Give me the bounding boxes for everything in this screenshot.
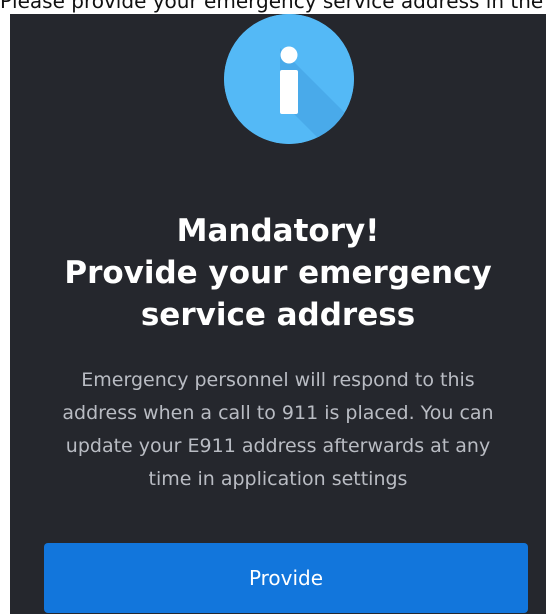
title-line: service address bbox=[140, 297, 416, 333]
title-line: Provide your emergency bbox=[64, 255, 492, 291]
title-line: Mandatory! bbox=[176, 213, 380, 249]
description-line: address when a call to 911 is placed. Yo… bbox=[62, 402, 494, 424]
background-page-text: Please provide your emergency service ad… bbox=[0, 0, 550, 13]
dialog-title: Mandatory! Provide your emergency servic… bbox=[10, 210, 546, 336]
provide-button-label: Provide bbox=[248, 566, 324, 590]
description-line: time in application settings bbox=[148, 468, 408, 490]
dialog-description: Emergency personnel will respond to this… bbox=[10, 364, 546, 496]
provide-button[interactable]: Provide bbox=[44, 543, 528, 613]
info-icon bbox=[224, 14, 354, 144]
emergency-address-dialog: Mandatory! Provide your emergency servic… bbox=[10, 14, 546, 614]
description-line: update your E911 address afterwards at a… bbox=[65, 435, 491, 457]
description-line: Emergency personnel will respond to this bbox=[81, 369, 475, 391]
